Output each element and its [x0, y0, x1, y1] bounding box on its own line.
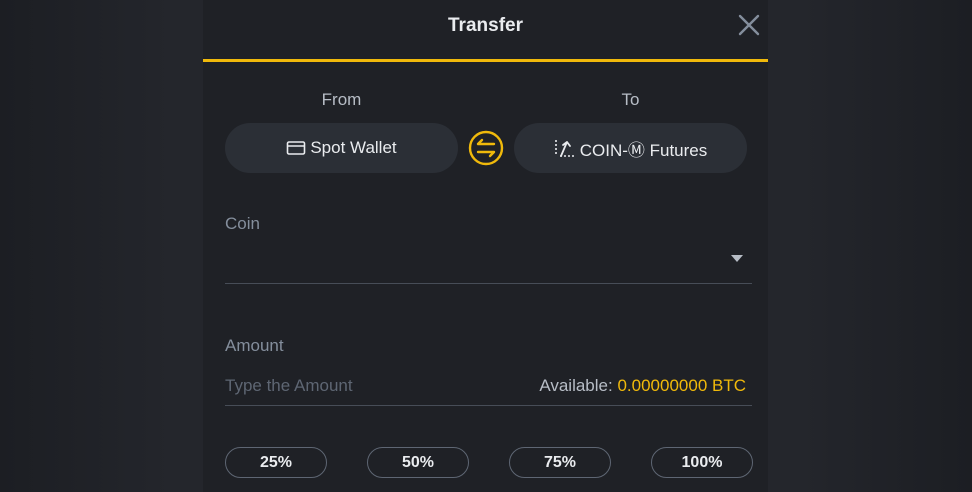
swap-button[interactable]	[468, 130, 504, 166]
futures-icon	[554, 140, 574, 157]
to-wallet-label: COIN-Ⓜ Futures	[579, 140, 708, 160]
to-label: To	[621, 90, 640, 109]
wallet-icon	[287, 141, 306, 155]
available-value: 0.00000000 BTC	[617, 376, 746, 395]
close-button[interactable]	[738, 14, 760, 36]
percent-50-button[interactable]: 50%	[367, 447, 469, 478]
from-wallet-button[interactable]: Spot Wallet	[225, 123, 458, 173]
amount-label: Amount	[225, 336, 284, 355]
available-balance: Available: 0.00000000 BTC	[539, 376, 746, 396]
coin-label: Coin	[225, 214, 260, 233]
close-icon	[738, 14, 760, 36]
modal-title: Transfer	[448, 15, 523, 36]
percent-100-button[interactable]: 100%	[651, 447, 753, 478]
percent-25-button[interactable]: 25%	[225, 447, 327, 478]
transfer-modal: Transfer From To Spot Wallet COIN-Ⓜ Futu…	[203, 0, 768, 492]
caret-down-icon	[731, 255, 743, 262]
amount-input[interactable]	[225, 374, 525, 398]
from-wallet-label: Spot Wallet	[310, 138, 397, 157]
modal-header: Transfer	[203, 0, 768, 62]
from-label: From	[321, 90, 362, 109]
available-label: Available:	[539, 376, 613, 395]
percent-75-button[interactable]: 75%	[509, 447, 611, 478]
swap-arrows-icon	[468, 130, 504, 166]
amount-field: Available: 0.00000000 BTC	[225, 368, 752, 406]
coin-select[interactable]	[225, 240, 752, 284]
to-wallet-button[interactable]: COIN-Ⓜ Futures	[514, 123, 747, 173]
